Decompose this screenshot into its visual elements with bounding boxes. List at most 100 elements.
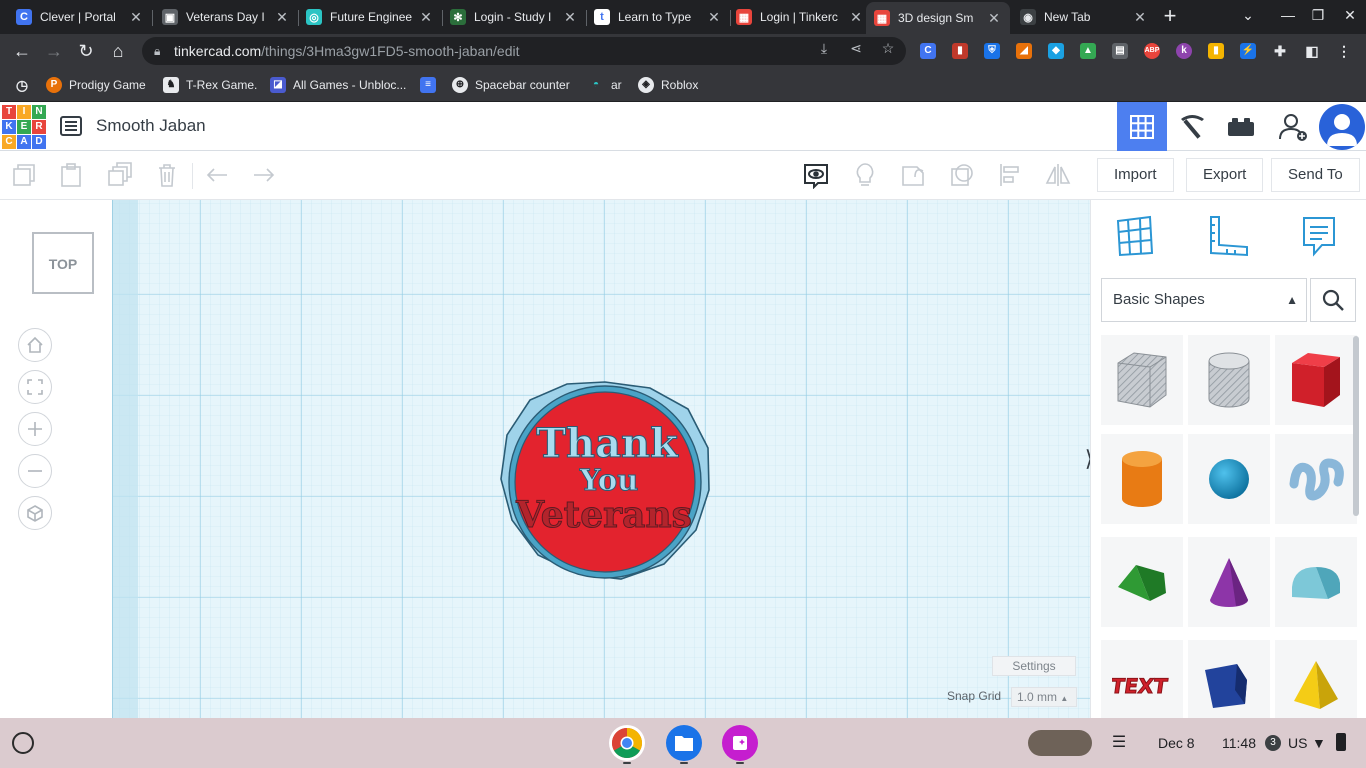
- undo-icon[interactable]: [202, 160, 232, 190]
- tab-search-icon[interactable]: ⌄: [1236, 7, 1260, 24]
- shape-cone[interactable]: [1188, 537, 1270, 627]
- bookmark-trex[interactable]: ♞ T-Rex Game.: [163, 76, 257, 94]
- bookmark-star-icon[interactable]: ☆: [880, 40, 896, 56]
- blocks-button[interactable]: [1167, 102, 1217, 151]
- close-icon[interactable]: ✕: [706, 9, 722, 26]
- zoom-out-icon[interactable]: [18, 454, 52, 488]
- home-view-icon[interactable]: [18, 328, 52, 362]
- shape-cylinder-hole[interactable]: [1188, 335, 1270, 425]
- lightbulb-icon[interactable]: [850, 160, 880, 190]
- shape-prism[interactable]: [1188, 640, 1270, 730]
- fit-view-icon[interactable]: [18, 370, 52, 404]
- snap-grid-select[interactable]: 1.0 mm ▲: [1011, 687, 1077, 707]
- canvas-app-icon[interactable]: [722, 725, 758, 761]
- close-icon[interactable]: ✕: [562, 9, 578, 26]
- side-panel-icon[interactable]: ◧: [1304, 43, 1320, 59]
- bookmark-docs[interactable]: ≡: [420, 76, 443, 94]
- tab-learn-to-type[interactable]: t Learn to Type ✕: [586, 4, 730, 30]
- close-icon[interactable]: ✕: [1132, 9, 1148, 26]
- bookmark-ar[interactable]: ◓ ar: [588, 76, 622, 94]
- reload-icon[interactable]: ↻: [74, 39, 98, 63]
- tab-clever[interactable]: C Clever | Portal ✕: [8, 4, 152, 30]
- close-icon[interactable]: ✕: [418, 9, 434, 26]
- stack-extension-icon[interactable]: ▤: [1112, 43, 1128, 59]
- bookmark-roblox[interactable]: ◈ Roblox: [638, 76, 698, 94]
- shape-text[interactable]: TEXT: [1101, 640, 1183, 730]
- delete-icon[interactable]: [152, 160, 182, 190]
- workplane[interactable]: Thank You Veterans Settings Snap Grid 1.…: [112, 200, 1090, 718]
- settings-button[interactable]: Settings: [992, 656, 1076, 676]
- ruler-icon[interactable]: [1206, 214, 1250, 258]
- wifi-icon[interactable]: ▼: [1312, 735, 1326, 751]
- minimize-icon[interactable]: —: [1276, 7, 1300, 23]
- screen-extension-icon[interactable]: ⚡: [1240, 43, 1256, 59]
- zoom-in-icon[interactable]: [18, 412, 52, 446]
- launcher-icon[interactable]: [12, 732, 34, 754]
- tab-tinkercad-login[interactable]: ▦ Login | Tinkerc ✕: [728, 4, 872, 30]
- group-icon[interactable]: [898, 160, 928, 190]
- view-3d-button[interactable]: [1117, 102, 1167, 151]
- tinkercad-logo[interactable]: T I N K E R C A D: [2, 105, 46, 149]
- bricks-button[interactable]: [1216, 102, 1266, 151]
- align-icon[interactable]: [996, 160, 1026, 190]
- clever-extension-icon[interactable]: C: [920, 43, 936, 59]
- tab-future-engineers[interactable]: ◎ Future Enginee ✕: [298, 4, 442, 30]
- new-tab-button[interactable]: +: [1158, 5, 1182, 29]
- notes-icon[interactable]: [1297, 214, 1341, 258]
- ungroup-icon[interactable]: [947, 160, 977, 190]
- bookmark-all-games[interactable]: ◪ All Games - Unbloc...: [270, 76, 406, 94]
- shape-box[interactable]: [1275, 335, 1357, 425]
- shape-scribble[interactable]: [1275, 434, 1357, 524]
- clipboard-icon[interactable]: ☰: [1104, 730, 1134, 756]
- workplane-tool-icon[interactable]: [1113, 214, 1157, 258]
- copy-icon[interactable]: [9, 160, 39, 190]
- design-list-icon[interactable]: [59, 114, 83, 138]
- invite-button[interactable]: [1268, 102, 1318, 151]
- extensions-puzzle-icon[interactable]: ✚: [1272, 43, 1288, 59]
- shape-sphere[interactable]: [1188, 434, 1270, 524]
- duplicate-icon[interactable]: [104, 160, 134, 190]
- close-icon[interactable]: ✕: [274, 9, 290, 26]
- install-icon[interactable]: ⤓: [816, 40, 832, 56]
- avatar[interactable]: [1319, 104, 1365, 150]
- address-bar[interactable]: 🔒︎ tinkercad.com/things/3Hma3gw1FD5-smoo…: [142, 37, 906, 65]
- shape-box-hole[interactable]: [1101, 335, 1183, 425]
- more-menu-icon[interactable]: ⋮: [1336, 43, 1352, 59]
- close-icon[interactable]: ✕: [128, 9, 144, 26]
- time-label[interactable]: 11:48: [1222, 735, 1256, 751]
- date-label[interactable]: Dec 8: [1158, 735, 1195, 751]
- notification-badge[interactable]: 3: [1265, 735, 1281, 751]
- drive-extension-icon[interactable]: ▲: [1080, 43, 1096, 59]
- shape-search-button[interactable]: [1310, 278, 1356, 322]
- send-to-button[interactable]: Send To: [1271, 158, 1360, 192]
- files-app-icon[interactable]: [666, 725, 702, 761]
- shield-extension-icon[interactable]: ⛨: [984, 43, 1000, 59]
- shape-category-select[interactable]: Basic Shapes ▲: [1101, 278, 1307, 322]
- shape-cylinder[interactable]: [1101, 434, 1183, 524]
- tab-veterans-day[interactable]: ▣ Veterans Day I ✕: [154, 4, 298, 30]
- bookmark-prodigy[interactable]: P Prodigy Game: [46, 76, 146, 94]
- tab-study-login[interactable]: ✻ Login - Study I ✕: [442, 4, 586, 30]
- window-close-icon[interactable]: ✕: [1338, 7, 1362, 24]
- mirror-icon[interactable]: [1043, 160, 1073, 190]
- bookmark-history[interactable]: ◷: [14, 76, 37, 94]
- view-cube[interactable]: TOP: [32, 232, 94, 294]
- close-icon[interactable]: ✕: [986, 10, 1002, 27]
- eraser-extension-icon[interactable]: ◢: [1016, 43, 1032, 59]
- bookmark-spacebar[interactable]: ⊕ Spacebar counter: [452, 76, 570, 94]
- workplane-grid[interactable]: Thank You Veterans: [112, 200, 1090, 718]
- ortho-view-icon[interactable]: [18, 496, 52, 530]
- notes-visibility-icon[interactable]: [801, 160, 831, 190]
- share-icon[interactable]: ⋖: [848, 40, 864, 56]
- tab-new-tab[interactable]: ◉ New Tab ✕: [1012, 4, 1156, 30]
- shapes-scrollbar[interactable]: [1353, 336, 1359, 516]
- shape-round-roof[interactable]: [1275, 537, 1357, 627]
- shape-roof[interactable]: [1101, 537, 1183, 627]
- design-title[interactable]: Smooth Jaban: [96, 116, 206, 136]
- restore-icon[interactable]: ❐: [1306, 7, 1330, 24]
- redo-icon[interactable]: [249, 160, 279, 190]
- holding-space-thumbnails[interactable]: [1028, 730, 1092, 756]
- home-icon[interactable]: ⌂: [106, 39, 130, 63]
- chrome-app-icon[interactable]: [609, 725, 645, 761]
- locale-label[interactable]: US: [1288, 735, 1307, 751]
